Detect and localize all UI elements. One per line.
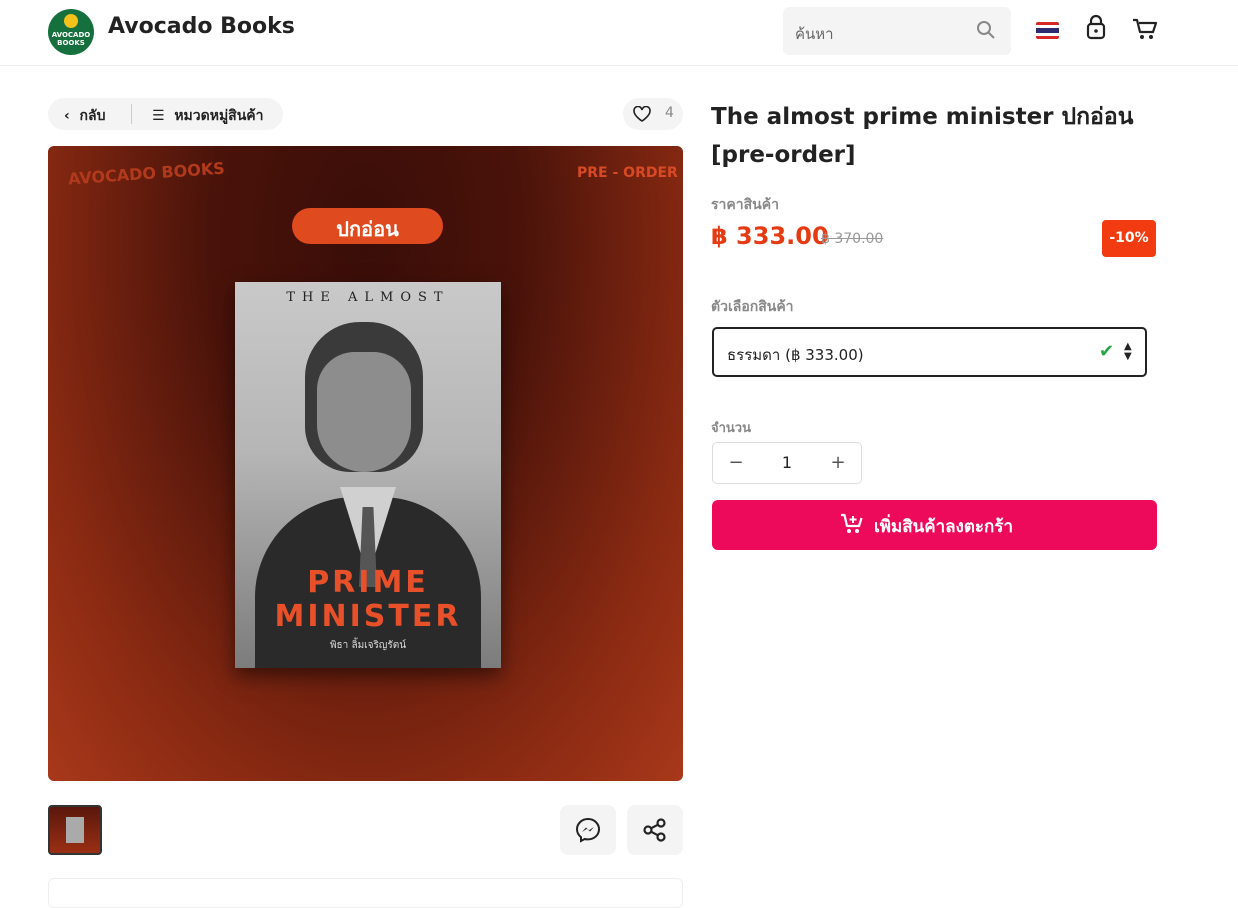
option-label: ตัวเลือกสินค้า xyxy=(711,299,794,315)
cart-plus-icon xyxy=(841,513,863,533)
nav-pill: ‹ กลับ ☰ หมวดหมู่สินค้า xyxy=(48,98,283,130)
book-title-line-2: MINISTER xyxy=(274,599,462,634)
quantity-input[interactable]: 1 xyxy=(759,443,815,483)
thumbnail-image[interactable] xyxy=(48,805,102,855)
book-top-text: THE ALMOST xyxy=(286,290,450,305)
decrease-quantity-button[interactable]: − xyxy=(713,443,759,483)
brand-name[interactable]: Avocado Books xyxy=(108,14,295,39)
lock-icon[interactable] xyxy=(1085,14,1107,40)
logo-text: AVOCADO BOOKS xyxy=(51,31,91,47)
categories-label: หมวดหมู่สินค้า xyxy=(174,108,264,124)
thailand-flag-icon[interactable] xyxy=(1036,22,1059,39)
back-button[interactable]: ‹ กลับ xyxy=(64,105,105,127)
add-to-cart-label: เพิ่มสินค้าลงตะกร้า xyxy=(874,517,1013,537)
back-label: กลับ xyxy=(79,108,106,124)
search-box[interactable]: ค้นหา xyxy=(783,7,1011,55)
select-arrows-icon: ▲ ▼ xyxy=(1124,341,1132,362)
book-author: พิธา ลิ้มเจริญรัตน์ xyxy=(329,640,407,651)
divider xyxy=(131,104,132,124)
original-price: ฿ 370.00 xyxy=(821,231,884,247)
product-image[interactable]: AVOCADO BOOKS PRE - ORDER ปกอ่อน THE ALM… xyxy=(48,146,683,781)
price-label: ราคาสินค้า xyxy=(711,197,779,213)
quantity-label: จำนวน xyxy=(711,421,751,436)
like-button[interactable]: 4 xyxy=(623,98,683,130)
thumbnail-book xyxy=(66,817,84,843)
book-cover: THE ALMOST PRIME MINISTER พิธา ลิ้มเจริญร… xyxy=(235,282,501,668)
avocado-icon xyxy=(64,14,78,28)
option-select[interactable]: ธรรมดา (฿ 333.00) ✔ ▲ ▼ xyxy=(712,327,1147,377)
search-input[interactable]: ค้นหา xyxy=(795,22,834,46)
messenger-share-button[interactable] xyxy=(560,805,616,855)
quantity-stepper: − 1 + xyxy=(712,442,862,484)
categories-button[interactable]: ☰ หมวดหมู่สินค้า xyxy=(152,105,264,127)
share-icon xyxy=(643,818,666,842)
product-price: ฿ 333.00 xyxy=(711,222,829,250)
portrait-face xyxy=(317,352,411,472)
cover-type-pill: ปกอ่อน xyxy=(292,208,443,244)
watermark-logo: AVOCADO BOOKS xyxy=(67,158,226,189)
details-card xyxy=(48,878,683,908)
share-button[interactable] xyxy=(627,805,683,855)
cart-icon[interactable] xyxy=(1132,17,1158,41)
option-selected-value: ธรรมดา (฿ 333.00) xyxy=(727,346,864,364)
cover-type-label: ปกอ่อน xyxy=(336,217,399,241)
search-icon[interactable] xyxy=(976,20,996,40)
like-count: 4 xyxy=(665,105,674,121)
increase-quantity-button[interactable]: + xyxy=(815,443,861,483)
product-title: The almost prime minister ปกอ่อน [pre-or… xyxy=(711,104,1134,168)
site-header: AVOCADO BOOKS Avocado Books ค้นหา xyxy=(0,0,1238,66)
brand-logo[interactable]: AVOCADO BOOKS xyxy=(48,9,94,55)
heart-icon xyxy=(633,106,651,122)
preorder-badge: PRE - ORDER xyxy=(577,165,678,181)
check-icon: ✔ xyxy=(1099,341,1115,362)
book-title: PRIME MINISTER xyxy=(235,566,501,634)
discount-badge: -10% xyxy=(1102,220,1156,257)
add-to-cart-button[interactable]: เพิ่มสินค้าลงตะกร้า xyxy=(712,500,1157,550)
messenger-icon xyxy=(575,817,601,843)
book-title-line-1: PRIME xyxy=(307,565,429,600)
